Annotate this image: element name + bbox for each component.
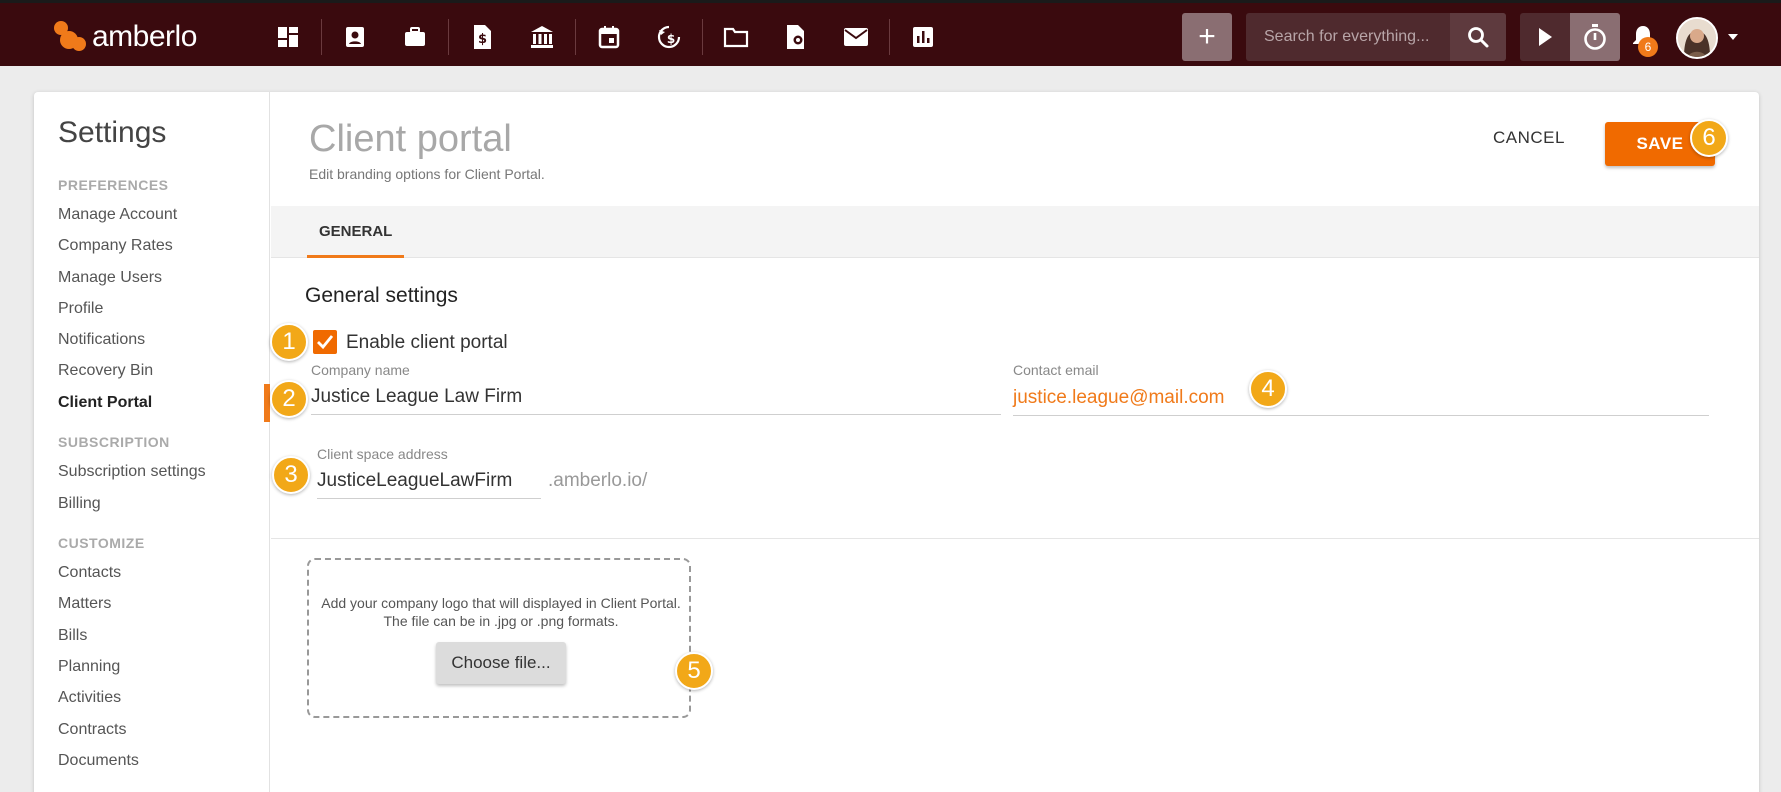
reports-icon[interactable] (893, 17, 953, 57)
sidebar-item-profile[interactable]: Profile (58, 300, 103, 318)
sidebar-item-manage-users[interactable]: Manage Users (58, 269, 162, 287)
annotation-marker-2: 2 (270, 380, 308, 418)
company-name-label: Company name (311, 362, 410, 378)
section-label-preferences: PREFERENCES (58, 177, 169, 193)
nav-divider (702, 19, 703, 55)
search-button[interactable] (1450, 13, 1506, 61)
sidebar-item-contacts[interactable]: Contacts (58, 564, 121, 582)
contacts-icon[interactable] (325, 17, 385, 57)
logo-mark-icon (52, 19, 88, 55)
annotation-marker-4: 4 (1249, 370, 1287, 408)
choose-file-button[interactable]: Choose file... (436, 642, 566, 684)
bills-icon[interactable]: $ (452, 17, 512, 57)
user-avatar[interactable] (1676, 17, 1718, 59)
bank-icon[interactable] (512, 17, 572, 57)
page-title: Client portal (309, 118, 512, 160)
section-label-customize: CUSTOMIZE (58, 535, 145, 551)
client-space-domain-suffix: .amberlo.io/ (548, 470, 648, 491)
logo-text: amberlo (92, 20, 197, 53)
section-label-subscription: SUBSCRIPTION (58, 434, 170, 450)
settings-sidebar: Settings PREFERENCES Manage Account Comp… (34, 92, 270, 792)
page-subtitle: Edit branding options for Client Portal. (309, 166, 545, 182)
svg-text:$: $ (667, 32, 675, 46)
sidebar-item-recovery-bin[interactable]: Recovery Bin (58, 362, 153, 380)
company-name-field[interactable]: Justice League Law Firm (311, 386, 1001, 415)
contact-email-label: Contact email (1013, 362, 1099, 378)
nav-divider (575, 19, 576, 55)
tab-bar: GENERAL (271, 206, 1759, 258)
activities-icon[interactable]: $ (639, 17, 699, 57)
documents-icon[interactable] (706, 17, 766, 57)
search-icon (1468, 27, 1489, 48)
sidebar-item-activities[interactable]: Activities (58, 689, 121, 707)
sidebar-item-documents[interactable]: Documents (58, 752, 139, 770)
client-space-address-label: Client space address (317, 446, 448, 462)
sidebar-item-company-rates[interactable]: Company Rates (58, 237, 173, 255)
enable-client-portal-label[interactable]: Enable client portal (346, 332, 508, 354)
contracts-icon[interactable] (766, 17, 826, 57)
matters-icon[interactable] (385, 17, 445, 57)
section-title: General settings (305, 284, 458, 307)
top-bar: amberlo $ $ + Search for everything... 6 (0, 0, 1781, 66)
annotation-marker-6: 6 (1690, 119, 1728, 157)
add-new-button[interactable]: + (1182, 13, 1232, 61)
chevron-down-icon[interactable] (1728, 34, 1738, 40)
start-timer-button[interactable] (1520, 13, 1570, 61)
global-search (1246, 13, 1506, 61)
section-divider (271, 538, 1759, 539)
sidebar-item-bills[interactable]: Bills (58, 627, 87, 645)
checkmark-icon (317, 335, 334, 350)
sidebar-item-matters[interactable]: Matters (58, 595, 111, 613)
svg-text:$: $ (478, 32, 487, 47)
logo-upload-dropzone[interactable]: Add your company logo that will displaye… (307, 558, 691, 718)
sidebar-item-notifications[interactable]: Notifications (58, 331, 145, 349)
calendar-icon[interactable] (579, 17, 639, 57)
mail-icon[interactable] (826, 17, 886, 57)
timer-button[interactable] (1570, 13, 1620, 61)
active-item-indicator (264, 384, 270, 422)
sidebar-item-manage-account[interactable]: Manage Account (58, 206, 177, 224)
nav-divider (889, 19, 890, 55)
sidebar-item-planning[interactable]: Planning (58, 658, 120, 676)
client-portal-panel: Client portal Edit branding options for … (271, 92, 1759, 792)
sidebar-item-contracts[interactable]: Contracts (58, 721, 126, 739)
nav-divider (448, 19, 449, 55)
annotation-marker-5: 5 (675, 652, 713, 690)
annotation-marker-1: 1 (270, 323, 308, 361)
cancel-button[interactable]: CANCEL (1493, 128, 1565, 148)
tab-general[interactable]: GENERAL (307, 206, 405, 258)
nav-divider (321, 19, 322, 55)
annotation-marker-3: 3 (272, 456, 310, 494)
enable-client-portal-checkbox[interactable] (313, 330, 337, 354)
search-input[interactable] (1246, 13, 1450, 61)
contact-email-field[interactable]: justice.league@mail.com (1013, 387, 1709, 416)
main-nav: $ $ (258, 17, 953, 57)
amberlo-logo[interactable]: amberlo (52, 19, 197, 55)
sidebar-item-billing[interactable]: Billing (58, 495, 101, 513)
play-icon (1539, 28, 1552, 46)
notification-count-badge: 6 (1638, 37, 1658, 57)
client-space-address-field[interactable]: JusticeLeagueLawFirm (317, 470, 541, 499)
dashboard-icon[interactable] (258, 17, 318, 57)
sidebar-title: Settings (58, 116, 167, 149)
sidebar-item-subscription-settings[interactable]: Subscription settings (58, 463, 206, 481)
settings-card: Settings PREFERENCES Manage Account Comp… (34, 92, 1759, 792)
logo-upload-hint: Add your company logo that will displaye… (321, 595, 681, 629)
stopwatch-icon (1584, 24, 1606, 50)
sidebar-item-client-portal[interactable]: Client Portal (58, 394, 152, 412)
